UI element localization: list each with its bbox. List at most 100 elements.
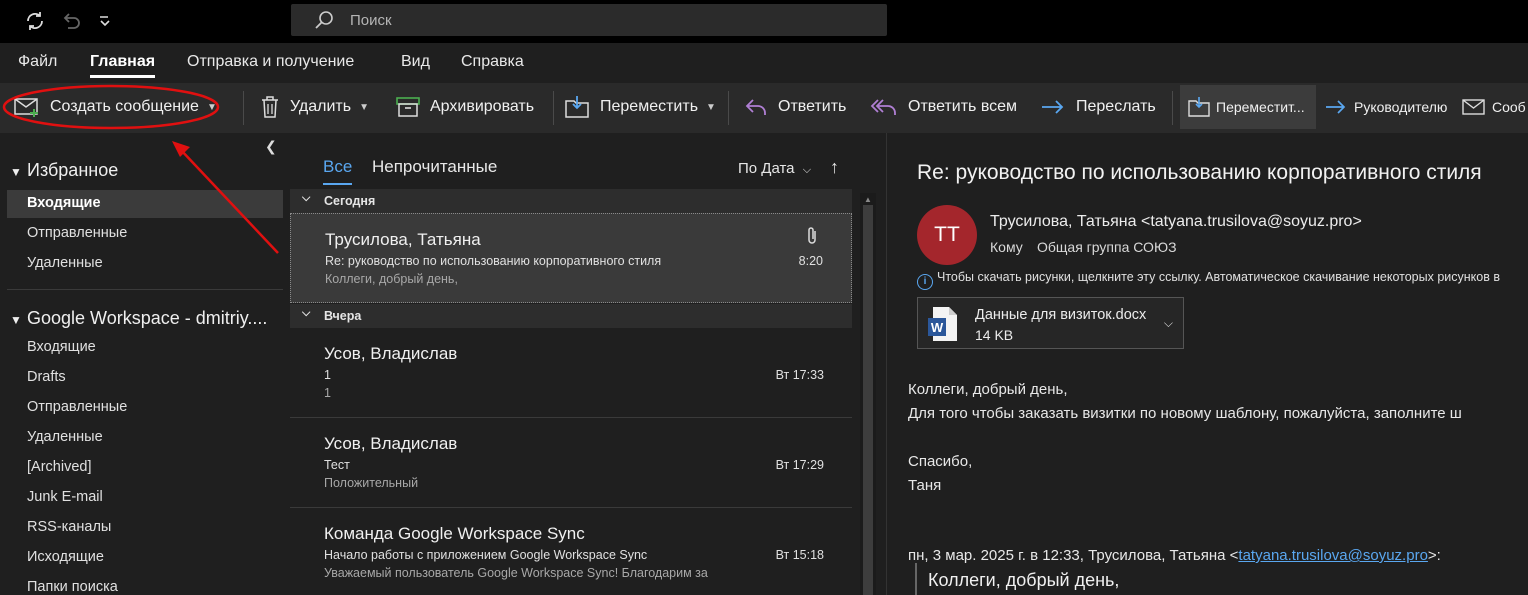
quick-step-message-button[interactable]: Сооб [1462,93,1526,121]
folder-drafts[interactable]: Drafts [27,369,66,385]
folder-junk[interactable]: Junk E-mail [27,489,103,505]
tab-send-receive[interactable]: Отправка и получение [187,53,354,71]
divider [728,91,729,125]
message-subject: Тест [324,458,350,472]
search-input[interactable]: Поиск [291,4,887,36]
folder-rss[interactable]: RSS-каналы [27,519,111,535]
message-subject: Re: руководство по использованию корпора… [325,254,662,268]
move-folder-icon [565,96,589,118]
undo-icon[interactable] [60,10,82,32]
folder-archived[interactable]: [Archived] [27,459,91,475]
chevron-down-icon[interactable]: ▼ [359,102,369,113]
quick-step-move-label: Переместит... [1216,99,1305,115]
sort-label: По Дата [738,160,795,177]
tab-all[interactable]: Все [323,157,353,185]
download-pictures-infobar[interactable]: i Чтобы скачать рисунки, щелкните эту ссы… [917,270,1500,290]
folder-deleted[interactable]: Удаленные [27,429,103,445]
quote-header: пн, 3 мар. 2025 г. в 12:33, Трусилова, Т… [908,547,1441,564]
chevron-down-icon: ⌵ [302,307,311,319]
message-time: Вт 15:18 [775,548,824,562]
message-subject: 1 [324,368,331,382]
message-sender: Усов, Владислав [324,344,458,363]
group-header-today[interactable]: ⌵ Сегодня [290,189,852,213]
tab-help[interactable]: Справка [461,53,524,71]
sort-dropdown[interactable]: По Дата ⌵ [738,160,811,177]
move-folder-icon [1188,97,1210,117]
message-item[interactable]: Команда Google Workspace Sync Начало раб… [290,508,852,595]
quote-email-link[interactable]: tatyana.trusilova@soyuz.pro [1238,547,1428,564]
folder-outbox[interactable]: Исходящие [27,549,104,565]
new-message-button[interactable]: Создать сообщение ▼ [14,93,217,121]
message-sender: Трусилова, Татьяна [325,230,481,249]
folder-sent[interactable]: Отправленные [27,399,127,415]
message-item-selected[interactable]: Трусилова, Татьяна Re: руководство по ис… [290,213,852,303]
reply-all-icon [870,99,896,115]
collapse-pane-icon[interactable]: ❮ [265,138,277,155]
attachment-card[interactable]: W Данные для визиток.docx 14 KB ⌵ [917,297,1184,349]
folder-search-folders[interactable]: Папки поиска [27,579,118,595]
sort-direction-icon[interactable]: ↑ [830,157,839,178]
message-list-scrollbar[interactable]: ▲ [860,193,876,595]
message-preview: Уважаемый пользователь Google Workspace … [324,566,708,580]
email-recipient[interactable]: Общая группа СОЮЗ [1037,239,1177,255]
info-icon: i [917,274,933,290]
scrollbar-thumb[interactable] [863,205,873,595]
quote-bar [915,563,917,595]
chevron-down-icon[interactable]: ▼ [706,102,716,113]
tab-view[interactable]: Вид [401,53,430,71]
email-body-line: Спасибо, [908,453,973,470]
reply-all-label: Ответить всем [908,98,1018,115]
customize-toolbar-icon[interactable] [98,10,120,32]
archive-icon [396,97,420,117]
reply-label: Ответить [778,98,847,115]
delete-button[interactable]: Удалить ▼ [260,93,369,121]
message-sender: Команда Google Workspace Sync [324,524,585,543]
favorites-group[interactable]: ▼ Избранное [10,160,118,181]
word-document-icon: W [927,306,959,347]
message-subject: Начало работы с приложением Google Works… [324,548,648,562]
reply-icon [745,99,766,115]
email-sender[interactable]: Трусилова, Татьяна <tatyana.trusilova@so… [990,213,1362,231]
message-item[interactable]: Усов, Владислав Тест Положительный Вт 17… [290,418,852,508]
chevron-down-icon[interactable]: ▼ [207,102,217,113]
menu-bar: Файл Главная Отправка и получение Вид Сп… [0,43,1528,83]
folder-inbox[interactable]: Входящие [27,339,96,355]
paperclip-icon [805,226,819,251]
sync-icon[interactable] [24,10,46,32]
folder-inbox-favorite[interactable]: Входящие [27,195,101,211]
message-sender: Усов, Владислав [324,434,458,453]
email-subject: Re: руководство по использованию корпора… [917,161,1482,184]
forward-icon [1326,100,1346,114]
email-body-line: Коллеги, добрый день, [908,381,1068,398]
account-group[interactable]: ▼ Google Workspace - dmitriy.... [10,308,267,329]
chevron-down-icon[interactable]: ⌵ [1164,316,1173,331]
forward-button[interactable]: Переслать [1040,93,1156,121]
move-button[interactable]: Переместить ▼ [564,93,716,121]
quick-step-manager-button[interactable]: Руководителю [1324,93,1447,121]
forward-label: Переслать [1076,98,1156,115]
message-item[interactable]: Усов, Владислав 1 1 Вт 17:33 [290,328,852,418]
folder-sent-favorite[interactable]: Отправленные [27,225,127,241]
tab-unread[interactable]: Непрочитанные [372,157,497,177]
email-body-line: Для того чтобы заказать визитки по новом… [908,405,1462,422]
forward-icon [1042,100,1064,114]
quick-step-move-button[interactable]: Переместит... [1188,93,1305,121]
title-bar: Поиск [0,0,1528,43]
group-today-label: Сегодня [324,194,376,208]
reading-pane: Re: руководство по использованию корпора… [886,133,1528,595]
tab-file[interactable]: Файл [18,53,57,71]
group-header-yesterday[interactable]: ⌵ Вчера [290,304,852,328]
folder-deleted-favorite[interactable]: Удаленные [27,255,103,271]
quote-header-suffix: >: [1427,547,1441,564]
scroll-up-icon[interactable]: ▲ [864,195,872,204]
chevron-down-icon: ▼ [10,165,22,179]
avatar[interactable]: ТТ [917,205,977,265]
trash-icon [262,96,278,118]
archive-button[interactable]: Архивировать [396,93,534,121]
reply-all-button[interactable]: Ответить всем [870,93,1017,121]
tab-home[interactable]: Главная [90,53,156,78]
divider [243,91,244,125]
attachment-name: Данные для визиток.docx [975,307,1147,323]
archive-label: Архивировать [430,98,535,115]
reply-button[interactable]: Ответить [744,93,846,121]
